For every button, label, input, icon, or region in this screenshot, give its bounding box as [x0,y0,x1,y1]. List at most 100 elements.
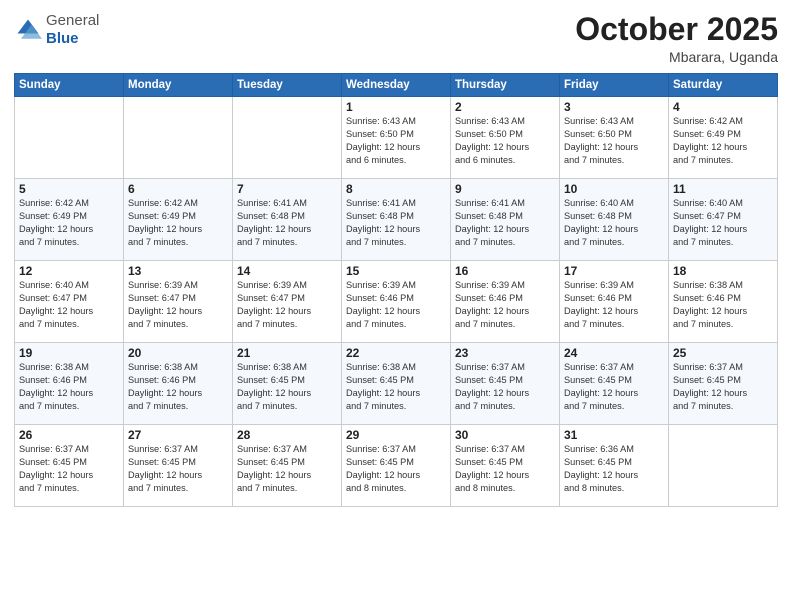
table-row: 17Sunrise: 6:39 AM Sunset: 6:46 PM Dayli… [560,261,669,343]
table-row: 16Sunrise: 6:39 AM Sunset: 6:46 PM Dayli… [451,261,560,343]
logo-general-text: General [46,12,99,29]
day-number: 12 [19,264,119,278]
table-row: 11Sunrise: 6:40 AM Sunset: 6:47 PM Dayli… [669,179,778,261]
table-row: 23Sunrise: 6:37 AM Sunset: 6:45 PM Dayli… [451,343,560,425]
day-info: Sunrise: 6:42 AM Sunset: 6:49 PM Dayligh… [19,197,119,249]
table-row: 26Sunrise: 6:37 AM Sunset: 6:45 PM Dayli… [15,425,124,507]
table-row: 31Sunrise: 6:36 AM Sunset: 6:45 PM Dayli… [560,425,669,507]
day-number: 21 [237,346,337,360]
logo-icon [14,16,42,44]
day-info: Sunrise: 6:43 AM Sunset: 6:50 PM Dayligh… [455,115,555,167]
day-info: Sunrise: 6:43 AM Sunset: 6:50 PM Dayligh… [564,115,664,167]
day-info: Sunrise: 6:37 AM Sunset: 6:45 PM Dayligh… [455,443,555,495]
day-info: Sunrise: 6:42 AM Sunset: 6:49 PM Dayligh… [128,197,228,249]
day-info: Sunrise: 6:38 AM Sunset: 6:45 PM Dayligh… [346,361,446,413]
table-row: 20Sunrise: 6:38 AM Sunset: 6:46 PM Dayli… [124,343,233,425]
logo: General Blue [14,12,99,48]
day-number: 26 [19,428,119,442]
table-row [669,425,778,507]
table-row: 10Sunrise: 6:40 AM Sunset: 6:48 PM Dayli… [560,179,669,261]
week-row-4: 26Sunrise: 6:37 AM Sunset: 6:45 PM Dayli… [15,425,778,507]
day-info: Sunrise: 6:43 AM Sunset: 6:50 PM Dayligh… [346,115,446,167]
day-number: 17 [564,264,664,278]
day-info: Sunrise: 6:37 AM Sunset: 6:45 PM Dayligh… [455,361,555,413]
table-row: 24Sunrise: 6:37 AM Sunset: 6:45 PM Dayli… [560,343,669,425]
day-number: 27 [128,428,228,442]
table-row: 29Sunrise: 6:37 AM Sunset: 6:45 PM Dayli… [342,425,451,507]
week-row-0: 1Sunrise: 6:43 AM Sunset: 6:50 PM Daylig… [15,97,778,179]
table-row: 9Sunrise: 6:41 AM Sunset: 6:48 PM Daylig… [451,179,560,261]
table-row [15,97,124,179]
day-info: Sunrise: 6:38 AM Sunset: 6:46 PM Dayligh… [673,279,773,331]
table-row: 3Sunrise: 6:43 AM Sunset: 6:50 PM Daylig… [560,97,669,179]
weekday-header-row: Sunday Monday Tuesday Wednesday Thursday… [15,74,778,97]
header-wednesday: Wednesday [342,74,451,97]
day-number: 25 [673,346,773,360]
day-number: 11 [673,182,773,196]
day-number: 2 [455,100,555,114]
table-row: 19Sunrise: 6:38 AM Sunset: 6:46 PM Dayli… [15,343,124,425]
day-info: Sunrise: 6:37 AM Sunset: 6:45 PM Dayligh… [564,361,664,413]
day-number: 13 [128,264,228,278]
day-number: 9 [455,182,555,196]
day-info: Sunrise: 6:37 AM Sunset: 6:45 PM Dayligh… [128,443,228,495]
day-number: 10 [564,182,664,196]
location: Mbarara, Uganda [575,49,778,65]
table-row [233,97,342,179]
table-row: 22Sunrise: 6:38 AM Sunset: 6:45 PM Dayli… [342,343,451,425]
header-friday: Friday [560,74,669,97]
day-number: 8 [346,182,446,196]
day-info: Sunrise: 6:40 AM Sunset: 6:48 PM Dayligh… [564,197,664,249]
day-info: Sunrise: 6:41 AM Sunset: 6:48 PM Dayligh… [455,197,555,249]
day-number: 6 [128,182,228,196]
table-row: 2Sunrise: 6:43 AM Sunset: 6:50 PM Daylig… [451,97,560,179]
logo-text: General Blue [46,12,99,48]
day-number: 1 [346,100,446,114]
day-number: 7 [237,182,337,196]
day-info: Sunrise: 6:36 AM Sunset: 6:45 PM Dayligh… [564,443,664,495]
day-number: 30 [455,428,555,442]
table-row: 30Sunrise: 6:37 AM Sunset: 6:45 PM Dayli… [451,425,560,507]
day-number: 20 [128,346,228,360]
day-info: Sunrise: 6:39 AM Sunset: 6:46 PM Dayligh… [346,279,446,331]
day-info: Sunrise: 6:39 AM Sunset: 6:47 PM Dayligh… [237,279,337,331]
table-row [124,97,233,179]
table-row: 18Sunrise: 6:38 AM Sunset: 6:46 PM Dayli… [669,261,778,343]
day-info: Sunrise: 6:37 AM Sunset: 6:45 PM Dayligh… [237,443,337,495]
logo-blue-text: Blue [46,30,79,47]
day-info: Sunrise: 6:37 AM Sunset: 6:45 PM Dayligh… [346,443,446,495]
day-info: Sunrise: 6:39 AM Sunset: 6:47 PM Dayligh… [128,279,228,331]
table-row: 13Sunrise: 6:39 AM Sunset: 6:47 PM Dayli… [124,261,233,343]
table-row: 21Sunrise: 6:38 AM Sunset: 6:45 PM Dayli… [233,343,342,425]
day-number: 31 [564,428,664,442]
day-number: 4 [673,100,773,114]
day-number: 19 [19,346,119,360]
table-row: 4Sunrise: 6:42 AM Sunset: 6:49 PM Daylig… [669,97,778,179]
header-saturday: Saturday [669,74,778,97]
day-number: 23 [455,346,555,360]
table-row: 6Sunrise: 6:42 AM Sunset: 6:49 PM Daylig… [124,179,233,261]
table-row: 12Sunrise: 6:40 AM Sunset: 6:47 PM Dayli… [15,261,124,343]
day-info: Sunrise: 6:38 AM Sunset: 6:46 PM Dayligh… [19,361,119,413]
month-title: October 2025 [575,12,778,47]
day-number: 16 [455,264,555,278]
week-row-2: 12Sunrise: 6:40 AM Sunset: 6:47 PM Dayli… [15,261,778,343]
header-thursday: Thursday [451,74,560,97]
day-info: Sunrise: 6:39 AM Sunset: 6:46 PM Dayligh… [455,279,555,331]
day-info: Sunrise: 6:39 AM Sunset: 6:46 PM Dayligh… [564,279,664,331]
table-row: 8Sunrise: 6:41 AM Sunset: 6:48 PM Daylig… [342,179,451,261]
day-info: Sunrise: 6:37 AM Sunset: 6:45 PM Dayligh… [673,361,773,413]
week-row-1: 5Sunrise: 6:42 AM Sunset: 6:49 PM Daylig… [15,179,778,261]
day-number: 14 [237,264,337,278]
day-number: 29 [346,428,446,442]
header: General Blue October 2025 Mbarara, Ugand… [14,12,778,65]
day-number: 28 [237,428,337,442]
week-row-3: 19Sunrise: 6:38 AM Sunset: 6:46 PM Dayli… [15,343,778,425]
table-row: 1Sunrise: 6:43 AM Sunset: 6:50 PM Daylig… [342,97,451,179]
page: General Blue October 2025 Mbarara, Ugand… [0,0,792,612]
table-row: 15Sunrise: 6:39 AM Sunset: 6:46 PM Dayli… [342,261,451,343]
day-info: Sunrise: 6:40 AM Sunset: 6:47 PM Dayligh… [19,279,119,331]
day-info: Sunrise: 6:37 AM Sunset: 6:45 PM Dayligh… [19,443,119,495]
day-number: 24 [564,346,664,360]
header-sunday: Sunday [15,74,124,97]
